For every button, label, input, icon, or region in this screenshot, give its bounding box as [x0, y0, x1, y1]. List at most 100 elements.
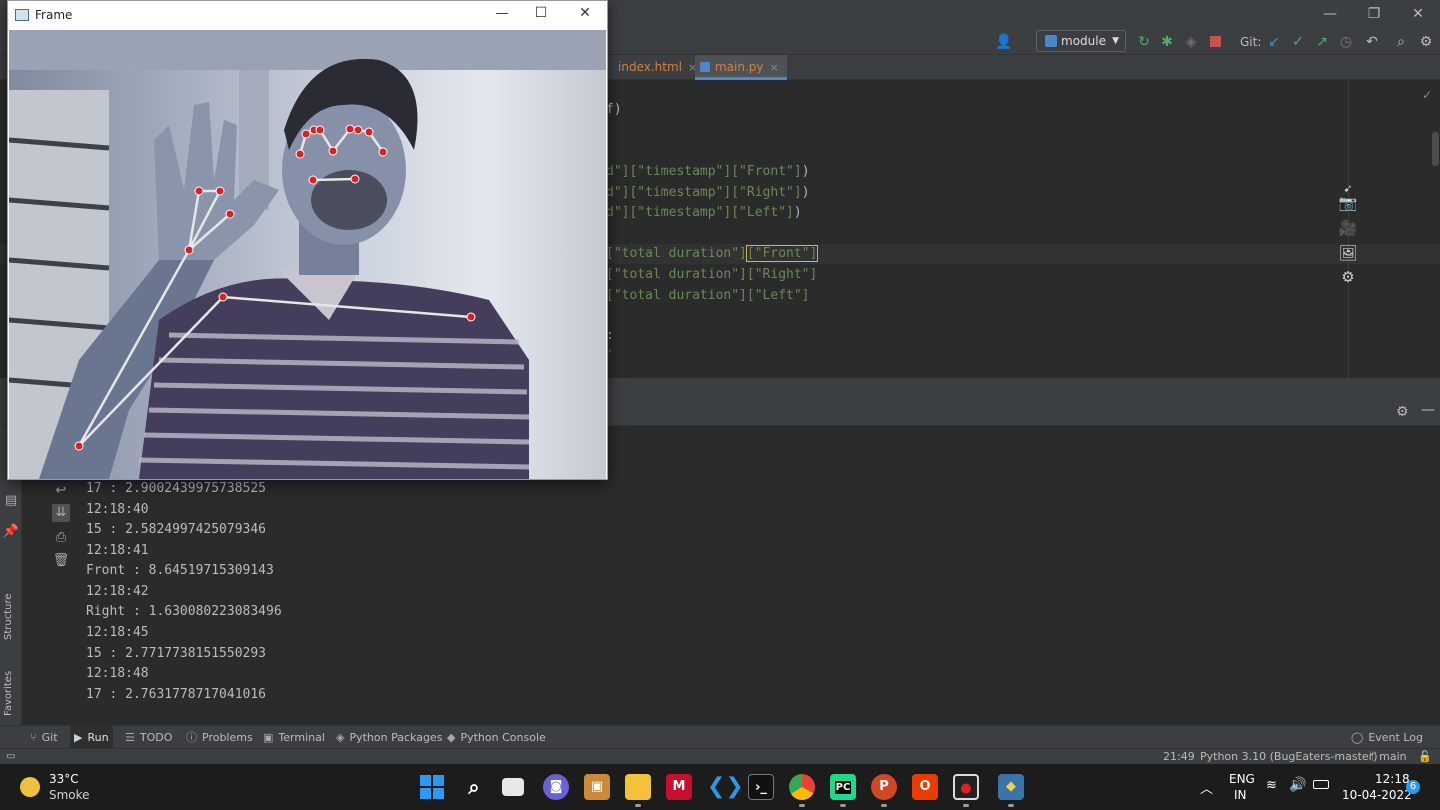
git-commit-icon[interactable]: ✓	[1288, 32, 1308, 52]
git-rollback-icon[interactable]: ↶	[1362, 32, 1382, 52]
tab-terminal[interactable]: ▣ Terminal	[263, 726, 325, 749]
battery-icon[interactable]	[1313, 780, 1329, 789]
running-indicator	[1008, 804, 1014, 807]
search-icon[interactable]: ⌕	[1391, 32, 1411, 52]
structure-tab[interactable]: Structure	[3, 593, 14, 640]
lock-icon[interactable]: 🔓	[1418, 749, 1432, 765]
toggle-panels-icon[interactable]: ▭	[6, 749, 15, 765]
event-log-icon: ◯	[1351, 731, 1364, 744]
ide-minimize-button[interactable]: —	[1307, 0, 1353, 28]
git-history-icon[interactable]: ◷	[1336, 32, 1356, 52]
camera-icon[interactable]: 📷	[1338, 193, 1358, 213]
scroll-to-end-icon[interactable]: ⇊	[52, 504, 70, 522]
start-windows-icon[interactable]	[420, 775, 444, 799]
rerun-icon[interactable]: ↻	[1134, 32, 1154, 52]
tab-main-py[interactable]: main.py ×	[695, 55, 787, 80]
hand-base-landmark	[184, 245, 194, 255]
terminal-app-icon[interactable]: ›_	[748, 774, 774, 800]
tab-todo[interactable]: ☰ TODO	[125, 726, 172, 749]
tab-python-console[interactable]: ◆ Python Console	[447, 726, 546, 749]
weather-temp[interactable]: 33°C	[49, 772, 79, 786]
frame-close-button[interactable]: ✕	[562, 5, 608, 21]
user-icon[interactable]: 👤	[994, 32, 1014, 52]
layout-icon[interactable]: ▤	[2, 492, 20, 510]
print-icon[interactable]: ⎙	[52, 529, 70, 547]
screen-recorder-icon[interactable]: ●	[953, 774, 979, 800]
tab-label: main.py	[715, 60, 764, 74]
output-line: 12:18:40	[86, 502, 149, 517]
tab-problems[interactable]: ⓘ Problems	[186, 726, 253, 749]
volume-icon[interactable]: 🔊	[1289, 777, 1306, 793]
code-line: ["total duration"]["Left"]	[606, 288, 810, 303]
tab-event-log[interactable]: ◯ Event Log	[1351, 726, 1423, 749]
clock-time[interactable]: 12:18	[1375, 772, 1410, 786]
code-line: d"]["timestamp"]["Right"])	[606, 185, 810, 200]
nose-landmark	[328, 146, 338, 156]
language-region[interactable]: IN	[1234, 788, 1247, 802]
run-configuration-select[interactable]: module ▼	[1036, 30, 1126, 52]
frame-title-bar[interactable]: Frame — ☐ ✕	[8, 1, 607, 30]
tool-window-tabs: ⑂ Git ▶ Run ☰ TODO ⓘ Problems ▣ Terminal ◈ Pyt…	[0, 725, 1440, 749]
editor-scrollbar[interactable]	[1432, 132, 1439, 166]
tab-close-icon[interactable]: ×	[770, 61, 779, 74]
vscode-icon[interactable]: ❮❯	[707, 774, 744, 800]
panel-hide-icon[interactable]: —	[1421, 402, 1435, 418]
panel-settings-gear-icon[interactable]: ⚙	[1396, 404, 1409, 420]
ide-maximize-button[interactable]: ❐	[1351, 0, 1397, 28]
python-interpreter[interactable]: Python 3.10 (BugEaters-master)	[1200, 749, 1377, 765]
trash-icon[interactable]: 🗑	[52, 552, 70, 570]
left-wrist-landmark	[74, 441, 84, 451]
office-icon[interactable]: O	[912, 774, 938, 800]
file-explorer-icon[interactable]	[625, 774, 651, 800]
task-view-icon[interactable]	[502, 778, 524, 796]
weather-sun-icon[interactable]	[20, 777, 40, 797]
gallery-icon[interactable]: 🖼	[1338, 243, 1358, 263]
tab-index-html[interactable]: index.html ×	[600, 55, 697, 80]
git-push-icon[interactable]: ↗	[1312, 32, 1332, 52]
run-config-label: module	[1061, 34, 1106, 48]
output-line: 12:18:48	[86, 666, 149, 681]
output-line: 12:18:45	[86, 625, 149, 640]
frame-maximize-button[interactable]: ☐	[518, 5, 564, 21]
frame-window[interactable]: Frame — ☐ ✕	[7, 0, 608, 480]
problems-info-icon: ⓘ	[186, 731, 197, 744]
notification-badge[interactable]: 6	[1406, 780, 1420, 794]
show-hidden-icons-icon[interactable]: ︿	[1200, 778, 1213, 797]
pose-tracking-image	[9, 30, 606, 479]
teams-chat-icon[interactable]: ◙	[543, 774, 569, 800]
ear-landmark	[378, 147, 388, 157]
soft-wrap-icon[interactable]: ↩	[52, 482, 70, 500]
tab-git[interactable]: ⑂ Git	[30, 726, 58, 749]
finger-landmark	[215, 186, 225, 196]
settings-gear-icon[interactable]: ⚙	[1416, 32, 1436, 52]
frame-title: Frame	[35, 8, 73, 22]
pin-icon[interactable]: 📌	[2, 523, 20, 541]
run-play-icon: ▶	[74, 731, 83, 744]
mcafee-icon[interactable]: M	[666, 774, 692, 800]
powerpoint-icon[interactable]: P	[871, 774, 897, 800]
tab-python-packages[interactable]: ◈ Python Packages	[336, 726, 442, 749]
git-branch-widget[interactable]: ᛘ main	[1369, 749, 1407, 765]
wifi-icon[interactable]: ≋	[1266, 778, 1277, 793]
pycharm-icon[interactable]: PC	[830, 774, 856, 800]
gear-icon[interactable]: ⚙	[1338, 267, 1358, 287]
coverage-icon[interactable]: ◈	[1181, 32, 1201, 52]
chrome-icon[interactable]	[789, 774, 815, 800]
tab-run[interactable]: ▶ Run	[70, 726, 113, 749]
search-icon[interactable]: ⌕	[461, 774, 487, 800]
ide-close-button[interactable]: ✕	[1395, 0, 1440, 28]
code-line: ["total duration"]["Front"]	[606, 245, 819, 262]
todo-list-icon: ☰	[125, 731, 135, 744]
clock-date[interactable]: 10-04-2022	[1342, 788, 1412, 802]
git-update-icon[interactable]: ↙	[1264, 32, 1284, 52]
package-app-icon[interactable]: ▣	[584, 774, 610, 800]
stop-icon[interactable]	[1205, 32, 1225, 52]
weather-condition[interactable]: Smoke	[49, 788, 90, 802]
python-app-icon[interactable]: ◆	[998, 774, 1024, 800]
favorites-tab[interactable]: Favorites	[3, 671, 14, 716]
debug-icon[interactable]: ✱	[1157, 32, 1177, 52]
caret-position[interactable]: 21:49	[1163, 749, 1195, 765]
video-camera-icon[interactable]: 🎥	[1338, 218, 1358, 238]
status-bar: ▭ 21:49 Python 3.10 (BugEaters-master) ᛘ…	[0, 748, 1440, 764]
language-code[interactable]: ENG	[1229, 772, 1255, 786]
